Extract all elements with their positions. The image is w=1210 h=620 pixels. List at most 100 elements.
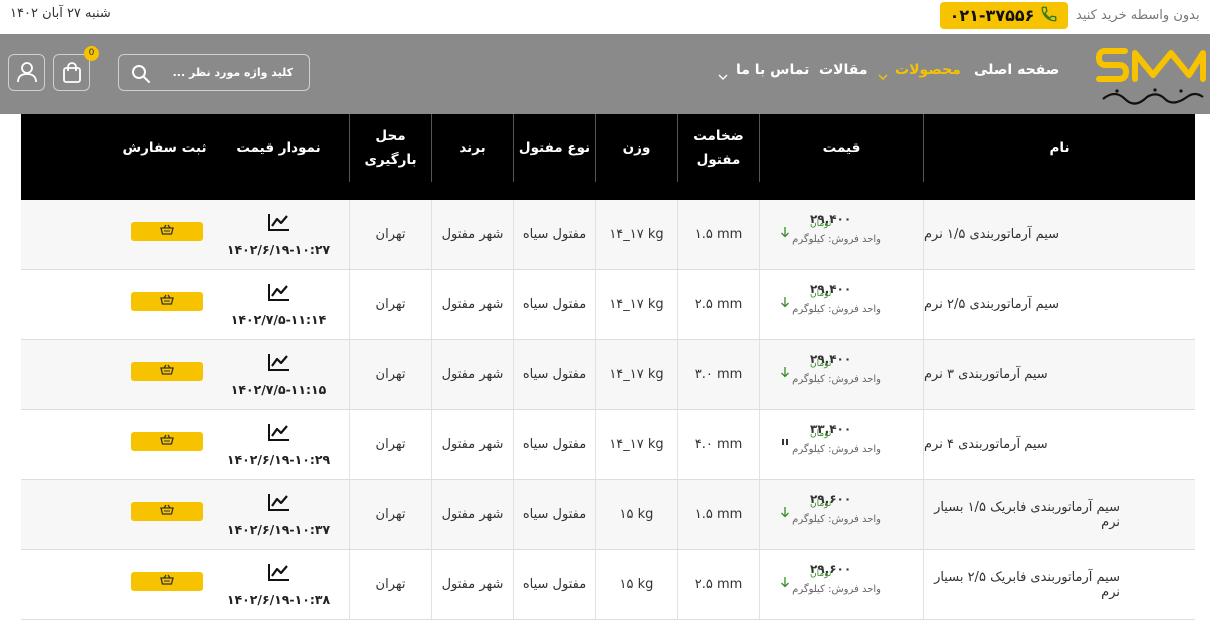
- wire-type-value: مفتول سیاه: [514, 410, 596, 479]
- order-cell: [21, 480, 208, 549]
- wire-type-value: مفتول سیاه: [514, 270, 596, 339]
- nav-articles[interactable]: مقالات: [819, 62, 868, 78]
- order-button[interactable]: [131, 432, 203, 451]
- brand-value: شهر مفتول: [432, 340, 514, 409]
- line-chart-icon[interactable]: [267, 282, 291, 306]
- line-chart-icon[interactable]: [267, 492, 291, 516]
- table-row: سیم آرماتوربندی ۳ نرم ۲۹,۴۰۰ تومان واحد …: [21, 340, 1195, 410]
- chart-timestamp: ۱۴۰۲/۷/۵-۱۱:۱۴: [230, 312, 327, 327]
- chevron-down-icon: [878, 66, 888, 85]
- phone-button[interactable]: ۰۲۱-۳۷۵۵۶: [940, 2, 1068, 29]
- nav-contact[interactable]: تماس با ما: [736, 62, 809, 78]
- product-name[interactable]: سیم آرماتوربندی ۴ نرم: [924, 410, 1195, 479]
- nav-home[interactable]: صفحه اصلی: [974, 62, 1059, 78]
- order-button[interactable]: [131, 572, 203, 591]
- price-chart-cell[interactable]: ۱۴۰۲/۶/۱۹-۱۰:۲۷: [208, 200, 350, 269]
- product-name[interactable]: سیم آرماتوربندی ۱/۵ نرم: [924, 200, 1195, 269]
- col-header-order: ثبت سفارش: [122, 140, 207, 156]
- basket-icon: [160, 224, 174, 239]
- price-currency: تومان: [810, 429, 832, 439]
- basket-icon: [160, 434, 174, 449]
- price-cell: ۲۹,۴۰۰ تومان واحد فروش: کیلوگرم: [760, 200, 924, 269]
- col-header-name: نام: [1049, 140, 1070, 156]
- price-cell: ۲۹,۶۰۰ تومان واحد فروش: کیلوگرم: [760, 480, 924, 549]
- table-body: سیم آرماتوربندی ۱/۵ نرم ۲۹,۴۰۰ تومان واح…: [21, 200, 1195, 620]
- search-input[interactable]: کلید واژه مورد نظر ...: [173, 66, 293, 79]
- product-name[interactable]: سیم آرماتوربندی ۲/۵ نرم: [924, 270, 1195, 339]
- price-trend-icon: [780, 506, 790, 521]
- sale-unit: واحد فروش: کیلوگرم: [792, 234, 881, 245]
- line-chart-icon[interactable]: [267, 352, 291, 376]
- brand-value: شهر مفتول: [432, 270, 514, 339]
- product-name[interactable]: سیم آرماتوربندی فابریک ۱/۵ بسیار نرم: [924, 480, 1195, 549]
- wire-type-value: مفتول سیاه: [514, 340, 596, 409]
- col-header-brand: برند: [432, 114, 514, 182]
- product-name[interactable]: سیم آرماتوربندی فابریک ۲/۵ بسیار نرم: [924, 550, 1195, 619]
- col-header-type: نوع مفتول: [514, 114, 596, 182]
- order-button[interactable]: [131, 222, 203, 241]
- order-cell: [21, 550, 208, 619]
- col-header-chart: نمودار قیمت: [208, 114, 350, 182]
- price-chart-cell[interactable]: ۱۴۰۲/۶/۱۹-۱۰:۳۸: [208, 550, 350, 619]
- thickness-value: ۴.۰ mm: [678, 410, 760, 479]
- location-value: تهران: [350, 480, 432, 549]
- price-cell: ۲۹,۴۰۰ تومان واحد فروش: کیلوگرم: [760, 270, 924, 339]
- order-button[interactable]: [131, 502, 203, 521]
- cart-button[interactable]: [53, 54, 90, 91]
- location-value: تهران: [350, 410, 432, 479]
- weight-value: ۱۴_۱۷ kg: [596, 270, 678, 339]
- cart-count-badge: 0: [84, 46, 99, 61]
- line-chart-icon[interactable]: [267, 562, 291, 586]
- chart-timestamp: ۱۴۰۲/۶/۱۹-۱۰:۳۸: [226, 592, 331, 607]
- table-row: سیم آرماتوربندی ۴ نرم ۳۳,۴۰۰ تومان واحد …: [21, 410, 1195, 480]
- table-row: سیم آرماتوربندی فابریک ۲/۵ بسیار نرم ۲۹,…: [21, 550, 1195, 620]
- tagline: بدون واسطه خرید کنید: [1076, 8, 1200, 23]
- price-trend-icon: [780, 436, 790, 450]
- thickness-value: ۱.۵ mm: [678, 480, 760, 549]
- col-header-location: محل بارگیری: [350, 114, 432, 182]
- col-header-thickness: ضخامت مفتول: [678, 114, 760, 182]
- col-header-price: قیمت: [760, 114, 924, 182]
- order-cell: [21, 340, 208, 409]
- price-cell: ۲۹,۴۰۰ تومان واحد فروش: کیلوگرم: [760, 340, 924, 409]
- sale-unit: واحد فروش: کیلوگرم: [792, 514, 881, 525]
- phone-icon: [1040, 5, 1058, 27]
- brand-value: شهر مفتول: [432, 200, 514, 269]
- nav-products[interactable]: محصولات: [895, 62, 961, 78]
- brand-value: شهر مفتول: [432, 550, 514, 619]
- thickness-value: ۲.۵ mm: [678, 550, 760, 619]
- col-header-weight: وزن: [596, 114, 678, 182]
- wire-type-value: مفتول سیاه: [514, 200, 596, 269]
- price-cell: ۳۳,۴۰۰ تومان واحد فروش: کیلوگرم: [760, 410, 924, 479]
- price-chart-cell[interactable]: ۱۴۰۲/۷/۵-۱۱:۱۵: [208, 340, 350, 409]
- line-chart-icon[interactable]: [267, 422, 291, 446]
- account-button[interactable]: [8, 54, 45, 91]
- site-logo[interactable]: [1095, 41, 1207, 107]
- search-box[interactable]: کلید واژه مورد نظر ...: [118, 54, 310, 91]
- chart-timestamp: ۱۴۰۲/۶/۱۹-۱۰:۲۹: [226, 452, 331, 467]
- price-trend-icon: [780, 366, 790, 381]
- current-date: شنبه ۲۷ آبان ۱۴۰۲: [10, 6, 111, 21]
- price-currency: تومان: [810, 569, 832, 579]
- order-button[interactable]: [131, 362, 203, 381]
- price-chart-cell[interactable]: ۱۴۰۲/۶/۱۹-۱۰:۲۹: [208, 410, 350, 479]
- product-name[interactable]: سیم آرماتوربندی ۳ نرم: [924, 340, 1195, 409]
- wire-type-value: مفتول سیاه: [514, 550, 596, 619]
- table-row: سیم آرماتوربندی فابریک ۱/۵ بسیار نرم ۲۹,…: [21, 480, 1195, 550]
- chevron-down-icon: [718, 66, 728, 85]
- price-chart-cell[interactable]: ۱۴۰۲/۷/۵-۱۱:۱۴: [208, 270, 350, 339]
- location-value: تهران: [350, 270, 432, 339]
- phone-number: ۰۲۱-۳۷۵۵۶: [949, 6, 1035, 25]
- line-chart-icon[interactable]: [267, 212, 291, 236]
- sale-unit: واحد فروش: کیلوگرم: [792, 304, 881, 315]
- basket-icon: [160, 504, 174, 519]
- price-table: نام قیمت ضخامت مفتول وزن نوع مفتول برند …: [21, 114, 1195, 620]
- order-button[interactable]: [131, 292, 203, 311]
- order-cell: [21, 270, 208, 339]
- search-icon[interactable]: [131, 64, 151, 88]
- user-icon: [17, 61, 37, 87]
- order-cell: [21, 410, 208, 479]
- price-chart-cell[interactable]: ۱۴۰۲/۶/۱۹-۱۰:۳۷: [208, 480, 350, 549]
- price-trend-icon: [780, 226, 790, 241]
- price-currency: تومان: [810, 219, 832, 229]
